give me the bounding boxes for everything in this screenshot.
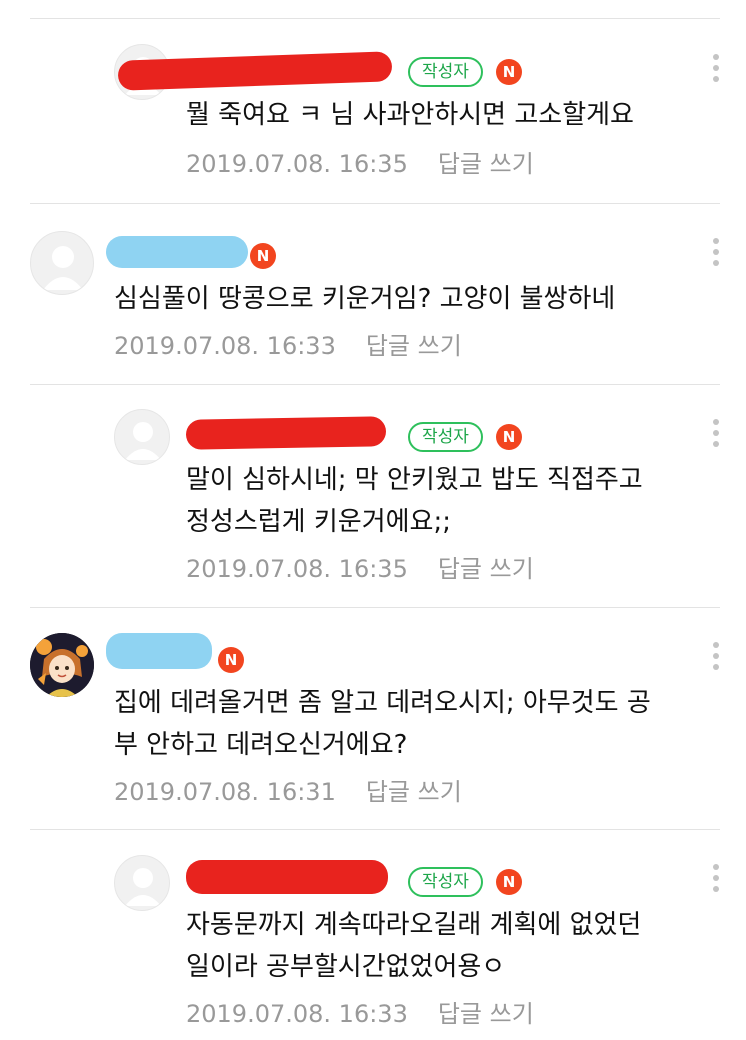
- divider: [30, 607, 720, 608]
- redacted-nickname: [186, 860, 388, 894]
- comment-meta: 2019.07.08. 16:35 답글 쓰기: [186, 144, 534, 179]
- comment-meta: 2019.07.08. 16:33 답글 쓰기: [186, 994, 534, 1029]
- comment-text: 부 안하고 데려오신거에요?: [114, 730, 408, 760]
- reply-button[interactable]: 답글 쓰기: [438, 555, 534, 583]
- author-badge: 작성자: [408, 867, 483, 897]
- author-badge: 작성자: [408, 422, 483, 452]
- divider: [30, 829, 720, 830]
- more-options-icon[interactable]: [712, 238, 720, 272]
- new-badge: N: [496, 869, 522, 895]
- avatar[interactable]: [30, 633, 94, 697]
- comment-text: 말이 심하시네; 막 안키웠고 밥도 직접주고: [186, 465, 643, 495]
- comment-meta: 2019.07.08. 16:35 답글 쓰기: [186, 549, 534, 584]
- divider: [30, 203, 720, 204]
- comment-date: 2019.07.08. 16:33: [114, 332, 336, 360]
- avatar[interactable]: [30, 231, 94, 295]
- more-options-icon[interactable]: [712, 54, 720, 88]
- more-options-icon[interactable]: [712, 642, 720, 676]
- anime-profile-icon: [30, 633, 94, 697]
- redacted-nickname: [106, 633, 212, 669]
- divider: [30, 18, 720, 19]
- new-badge: N: [496, 59, 522, 85]
- comment-text: 심심풀이 땅콩으로 키운거임? 고양이 불쌍하네: [114, 284, 616, 314]
- reply-button[interactable]: 답글 쓰기: [438, 1000, 534, 1028]
- comment-text: 자동문까지 계속따라오길래 계획에 없었던: [186, 910, 642, 940]
- comment-text: 일이라 공부할시간없었어용ㅇ: [186, 952, 506, 982]
- new-badge: N: [496, 424, 522, 450]
- comment-date: 2019.07.08. 16:35: [186, 555, 408, 583]
- comment-text: 정성스럽게 키운거에요;;: [186, 507, 451, 537]
- reply-button[interactable]: 답글 쓰기: [366, 332, 462, 360]
- avatar[interactable]: [114, 855, 170, 911]
- reply-button[interactable]: 답글 쓰기: [438, 150, 534, 178]
- default-profile-icon: [125, 422, 161, 460]
- comment-text: 뭘 죽여요 ㅋ 님 사과안하시면 고소할게요: [186, 100, 634, 130]
- comment-text: 집에 데려올거면 좀 알고 데려오시지; 아무것도 공: [114, 688, 651, 718]
- comment-date: 2019.07.08. 16:31: [114, 778, 336, 806]
- comment-meta: 2019.07.08. 16:33 답글 쓰기: [114, 326, 462, 361]
- new-badge: N: [250, 243, 276, 269]
- comment-meta: 2019.07.08. 16:31 답글 쓰기: [114, 772, 462, 807]
- default-profile-icon: [125, 868, 161, 906]
- avatar[interactable]: [114, 409, 170, 465]
- new-badge: N: [218, 647, 244, 673]
- comment-date: 2019.07.08. 16:35: [186, 150, 408, 178]
- divider: [30, 384, 720, 385]
- default-profile-icon: [43, 246, 83, 290]
- reply-button[interactable]: 답글 쓰기: [366, 778, 462, 806]
- more-options-icon[interactable]: [712, 419, 720, 453]
- comment-date: 2019.07.08. 16:33: [186, 1000, 408, 1028]
- redacted-nickname: [185, 416, 387, 450]
- author-badge: 작성자: [408, 57, 483, 87]
- redacted-nickname: [106, 236, 248, 268]
- more-options-icon[interactable]: [712, 864, 720, 898]
